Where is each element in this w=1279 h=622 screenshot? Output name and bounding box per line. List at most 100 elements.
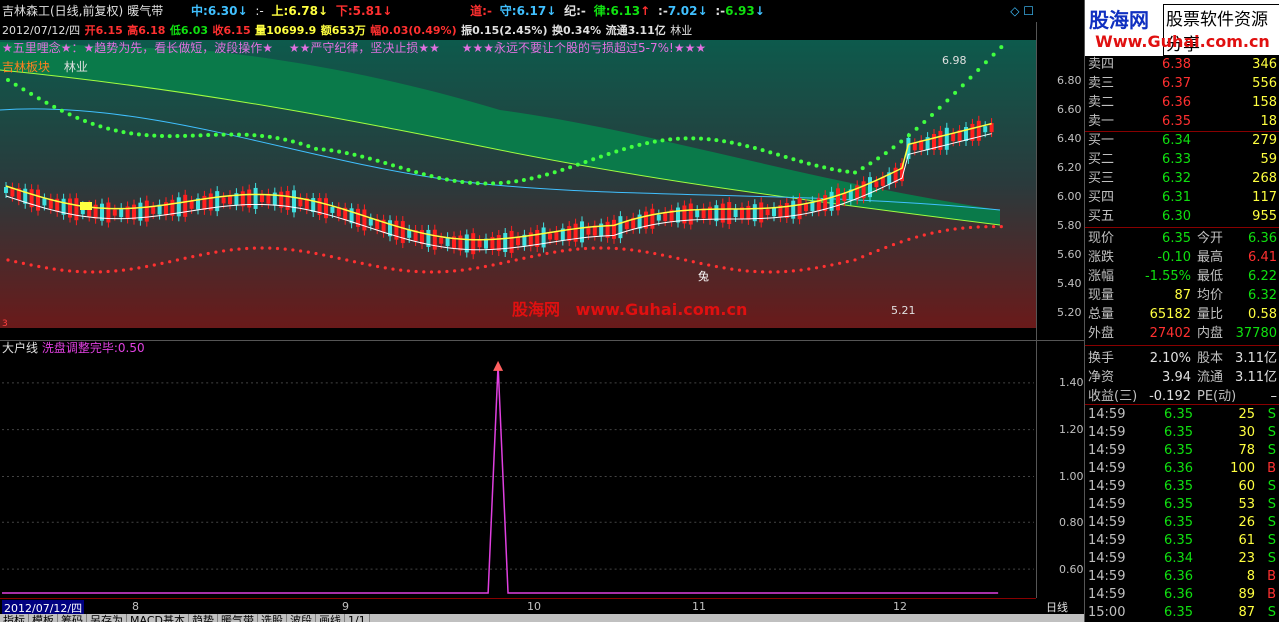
corner-icons[interactable]: ◇ ☐ [1010,0,1034,22]
red-dot [668,255,672,259]
green-dot [745,144,750,149]
low-mark-label: 5.21 [891,304,916,317]
red-dot [591,246,595,250]
price-chart[interactable]: 6.98 5.21 兔 3 [0,40,1036,328]
ohlc-infobar: 2012/07/12/四 开6.15 高6.18 低6.03 收6.15 量10… [0,22,1040,39]
tab-template[interactable]: 模板 [29,614,58,622]
slogan-line: ★五里哩念★：★趋势为先，看长做短，波段操作★ ★★严守纪律，坚决止损★★ ★★… [0,40,1035,57]
tick-row[interactable]: 14:59 6.35 30 S [1085,424,1279,442]
red-dot [737,268,742,272]
red-dot [938,229,942,234]
red-dot [183,256,187,260]
quote-value2: 3.11亿 [1235,351,1277,366]
orderbook-row[interactable]: 买四 6.31 117 [1085,189,1279,207]
quote-label: 涨跌 [1088,250,1115,265]
red-dot [283,247,287,251]
green-dot [344,151,349,156]
sub-name[interactable]: 大户线 [2,341,38,355]
quote-label2: 流通 [1197,370,1224,385]
tab-indicator[interactable]: 指标 [0,614,29,622]
green-dot [891,145,896,150]
tick-row[interactable]: 14:59 6.36 89 B [1085,586,1279,604]
green-dot [560,167,565,172]
orderbook-row[interactable]: 卖三 6.37 556 [1085,75,1279,93]
ob-label: 卖二 [1088,95,1115,110]
orderbook-row[interactable]: 买五 6.30 955 [1085,208,1279,226]
orderbook-row[interactable]: 卖一 6.35 18 [1085,113,1279,131]
ob-volume: 955 [1252,209,1277,224]
quote-label: 涨幅 [1088,269,1115,284]
v3-value: :-6.93↓ [715,4,765,18]
tick-row[interactable]: 14:59 6.35 26 S [1085,514,1279,532]
tab-macd[interactable]: MACD基本 [127,614,189,622]
dahu-indicator-chart[interactable] [0,340,1036,598]
red-dot [129,267,133,271]
red-dot [653,251,657,256]
tick-time: 14:59 [1088,425,1126,440]
red-dot [699,261,703,266]
stock-title[interactable]: 吉林森工(日线,前复权) [2,4,123,18]
orderbook-row[interactable]: 卖四 6.38 346 [1085,56,1279,74]
tick-time: 14:59 [1088,551,1126,566]
tick-row[interactable]: 15:00 6.35 87 S [1085,604,1279,622]
ob-price: 6.33 [1162,152,1191,167]
green-dot [21,87,26,92]
watermark-cn: 股海网 [512,300,561,319]
tick-row[interactable]: 14:59 6.35 78 S [1085,442,1279,460]
red-dot [6,258,10,262]
red-dot [506,260,511,264]
tick-row[interactable]: 14:59 6.35 60 S [1085,478,1279,496]
period-label[interactable]: 日线 [1046,599,1068,615]
tab-page[interactable]: 1/1 [345,614,370,622]
tick-row[interactable]: 14:59 6.35 53 S [1085,496,1279,514]
orderbook-row[interactable]: 买一 6.34 279 [1085,132,1279,150]
red-dot [252,246,256,250]
green-dot [383,161,388,166]
tick-row[interactable]: 14:59 6.35 25 S [1085,406,1279,424]
quote-value: 65182 [1149,307,1191,322]
tab-select[interactable]: 选股 [258,614,287,622]
green-dot [13,82,18,87]
tick-time: 14:59 [1088,461,1126,476]
price-tick: 6.40 [1057,132,1082,145]
red-dot [399,268,403,272]
tick-volume: 23 [1238,551,1255,566]
price-tick: 5.40 [1057,277,1082,290]
price-axis: 6.80 6.60 6.40 6.20 6.00 5.80 5.60 5.40 … [1036,22,1084,340]
quote-row-r4: 现量 87 均价 6.32 [1085,287,1279,305]
tick-side: S [1267,533,1276,548]
green-dot [922,119,927,124]
tab-saveas[interactable]: 另存为 [87,614,127,622]
tab-draw[interactable]: 画线 [316,614,345,622]
green-dot [44,100,49,105]
tab-band[interactable]: 波段 [287,614,316,622]
red-dot [714,264,719,269]
tick-time: 14:59 [1088,587,1126,602]
green-dot [968,75,973,80]
orderbook-row[interactable]: 卖二 6.36 158 [1085,94,1279,112]
red-dot [14,260,18,264]
tick-row[interactable]: 14:59 6.36 8 B [1085,568,1279,586]
tick-side: B [1267,461,1276,476]
green-dot [183,133,188,138]
orderbook-row[interactable]: 买三 6.32 268 [1085,170,1279,188]
tab-trend[interactable]: 趋势 [189,614,218,622]
red-dot [645,250,649,254]
tick-row[interactable]: 14:59 6.34 23 S [1085,550,1279,568]
tick-side: B [1267,569,1276,584]
tab-warm[interactable]: 暖气带 [218,614,258,622]
tick-row[interactable]: 14:59 6.35 61 S [1085,532,1279,550]
green-dot [75,115,80,120]
red-dot [576,247,580,251]
red-dot [445,269,449,274]
tab-chips[interactable]: 筹码 [58,614,87,622]
orderbook-row[interactable]: 买二 6.33 59 [1085,151,1279,169]
slogan-3: ★★★永远不要让个股的亏损超过5-7%!★★★ [461,41,707,55]
green-dot [59,108,64,113]
indicator-name[interactable]: 暖气带 [127,4,163,18]
tick-row[interactable]: 14:59 6.36 100 B [1085,460,1279,478]
board-tag[interactable]: 吉林板块 [2,60,50,74]
date-axis[interactable]: 2012/07/12/四 8 9 10 11 12 [0,598,1036,616]
red-dot [791,269,796,273]
industry-tag[interactable]: 林业 [64,60,88,74]
